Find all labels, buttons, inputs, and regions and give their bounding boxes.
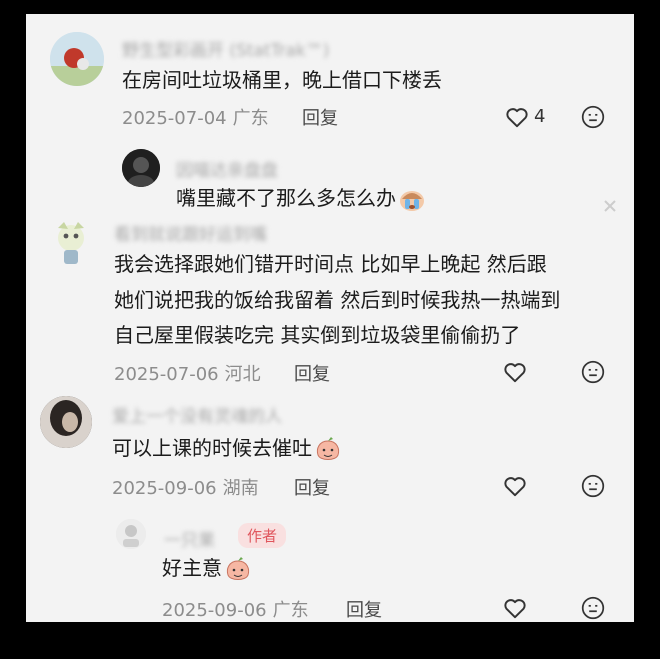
like-icon[interactable] — [502, 595, 528, 621]
comment-date: 2025-07-06 — [114, 364, 219, 385]
comment-location: 河北 — [224, 364, 261, 385]
avatar-image — [50, 32, 104, 86]
comment-meta: 2025-07-04 广东 — [122, 104, 269, 130]
avatar-image — [116, 519, 146, 549]
author-tag: 作者 — [238, 523, 287, 548]
comment-text: 嘴里藏不了那么多怎么办 — [176, 182, 426, 215]
avatar-image — [40, 396, 92, 448]
like-icon[interactable] — [502, 473, 528, 499]
comment-meta: 2025-07-06 河北 — [114, 360, 261, 386]
comment-location: 广东 — [232, 108, 269, 129]
reply-button[interactable]: 回复 — [302, 104, 338, 130]
comment-text-line: 我会选择跟她们错开时间点 比如早上晚起 然后跟 — [114, 252, 547, 276]
emoji-react-icon[interactable] — [580, 473, 606, 499]
avatar[interactable] — [122, 149, 160, 187]
avatar-image — [122, 149, 160, 187]
dismiss-icon[interactable] — [604, 200, 616, 212]
comment-text: 可以上课的时候去催吐 — [112, 432, 342, 465]
emoji-react-icon[interactable] — [580, 104, 606, 130]
peach-face-icon — [226, 556, 250, 580]
crying-face-icon — [400, 190, 424, 211]
username[interactable]: 看到就说跟好运到嘴 — [114, 220, 267, 245]
comment-location: 广东 — [272, 600, 309, 621]
username[interactable]: 一只果 — [164, 526, 215, 551]
comment-date: 2025-07-04 — [122, 108, 227, 129]
reply-button[interactable]: 回复 — [294, 360, 330, 386]
reply-button[interactable]: 回复 — [294, 474, 330, 500]
comment-date: 2025-09-06 — [162, 600, 267, 621]
username[interactable]: 野生型彩画开 (StatTrak™) — [122, 36, 329, 61]
like-icon[interactable] — [502, 359, 528, 385]
comment-text: 好主意 — [162, 552, 252, 585]
comment-date: 2025-09-06 — [112, 478, 217, 499]
emoji-react-icon[interactable] — [580, 359, 606, 385]
comment-text: 在房间吐垃圾桶里，晚上借口下楼丢 — [122, 68, 442, 92]
comment-list: 野生型彩画开 (StatTrak™) 在房间吐垃圾桶里，晚上借口下楼丢 2025… — [26, 14, 634, 622]
avatar-image — [58, 222, 84, 264]
username[interactable]: 因喵达亲盘盘 — [176, 156, 278, 181]
comment-meta: 2025-09-06 湖南 — [112, 474, 259, 500]
username[interactable]: 爱上一个没有灵魂的人 — [112, 402, 282, 427]
like-count: 4 — [534, 106, 546, 127]
reply-button[interactable]: 回复 — [346, 596, 382, 622]
avatar[interactable] — [116, 519, 146, 549]
comment-location: 湖南 — [222, 478, 259, 499]
peach-face-icon — [316, 436, 340, 460]
comment-text-line: 自己屋里假装吃完 其实倒到垃圾袋里偷偷扔了 — [114, 323, 521, 347]
avatar[interactable] — [50, 32, 104, 86]
avatar[interactable] — [40, 396, 92, 448]
comment-text-line: 她们说把我的饭给我留着 然后到时候我热一热端到 — [114, 288, 561, 312]
like-icon[interactable] — [504, 104, 530, 130]
emoji-react-icon[interactable] — [580, 595, 606, 621]
avatar[interactable] — [46, 218, 96, 268]
comment-meta: 2025-09-06 广东 — [162, 596, 309, 622]
